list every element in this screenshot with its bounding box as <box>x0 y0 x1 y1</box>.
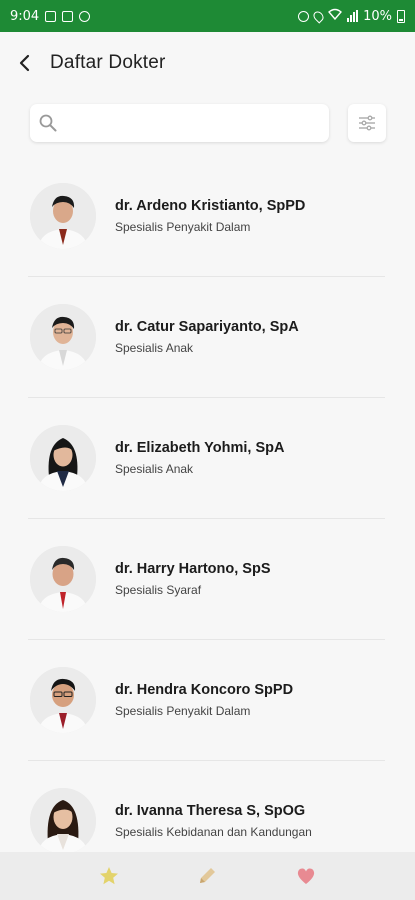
search-row <box>30 104 386 144</box>
bottom-nav <box>0 852 415 900</box>
notification-icon <box>45 10 57 22</box>
nav-health[interactable] <box>286 856 326 896</box>
doctor-item[interactable]: dr. Catur Sapariyanto, SpA Spesialis Ana… <box>0 276 415 397</box>
doctor-item[interactable]: dr. Ardeno Kristianto, SpPD Spesialis Pe… <box>0 155 415 276</box>
doctor-avatar <box>30 182 96 249</box>
doctor-name: dr. Ivanna Theresa S, SpOG <box>115 802 306 819</box>
notification-icon <box>62 10 74 22</box>
search-input[interactable] <box>64 104 329 142</box>
doctor-avatar <box>30 666 96 733</box>
doctor-specialty: Spesialis Anak <box>115 461 194 476</box>
battery-level: 10% <box>363 8 392 24</box>
pencil-icon <box>200 868 216 883</box>
nav-edit[interactable] <box>187 856 227 896</box>
doctor-name: dr. Elizabeth Yohmi, SpA <box>115 439 285 456</box>
page-title: Daftar Dokter <box>50 52 166 73</box>
doctor-name: dr. Ardeno Kristianto, SpPD <box>115 197 306 214</box>
nav-favorites[interactable] <box>89 856 129 896</box>
doctor-list: dr. Ardeno Kristianto, SpPD Spesialis Pe… <box>0 155 415 881</box>
status-bar: 9:04 10% <box>0 0 415 32</box>
filter-icon <box>359 115 375 131</box>
alarm-icon <box>298 10 310 22</box>
signal-icon <box>347 10 359 22</box>
heart-icon <box>297 868 314 884</box>
chevron-left-icon <box>19 54 30 72</box>
search-box[interactable] <box>30 104 329 142</box>
doctor-avatar <box>30 303 96 370</box>
location-icon <box>311 8 326 24</box>
doctor-specialty: Spesialis Penyakit Dalam <box>115 219 251 234</box>
doctor-item[interactable]: dr. Elizabeth Yohmi, SpA Spesialis Anak <box>0 397 415 518</box>
search-icon <box>39 114 57 132</box>
minus-circle-icon <box>79 10 91 22</box>
star-icon <box>100 867 119 885</box>
app-bar: Daftar Dokter <box>0 32 415 94</box>
doctor-specialty: Spesialis Kebidanan dan Kandungan <box>115 824 312 839</box>
doctor-name: dr. Catur Sapariyanto, SpA <box>115 318 299 335</box>
doctor-specialty: Spesialis Penyakit Dalam <box>115 703 251 718</box>
doctor-avatar <box>30 787 96 854</box>
doctor-avatar <box>30 545 96 612</box>
back-button[interactable] <box>0 32 50 94</box>
wifi-icon <box>328 8 343 24</box>
doctor-avatar <box>30 424 96 491</box>
doctor-specialty: Spesialis Syaraf <box>115 582 202 597</box>
filter-button[interactable] <box>348 104 386 142</box>
doctor-name: dr. Harry Hartono, SpS <box>115 560 271 577</box>
doctor-item[interactable]: dr. Harry Hartono, SpS Spesialis Syaraf <box>0 518 415 639</box>
doctor-item[interactable]: dr. Hendra Koncoro SpPD Spesialis Penyak… <box>0 639 415 760</box>
battery-icon <box>397 9 405 23</box>
status-time: 9:04 <box>10 8 40 24</box>
doctor-name: dr. Hendra Koncoro SpPD <box>115 681 294 698</box>
doctor-specialty: Spesialis Anak <box>115 340 194 355</box>
